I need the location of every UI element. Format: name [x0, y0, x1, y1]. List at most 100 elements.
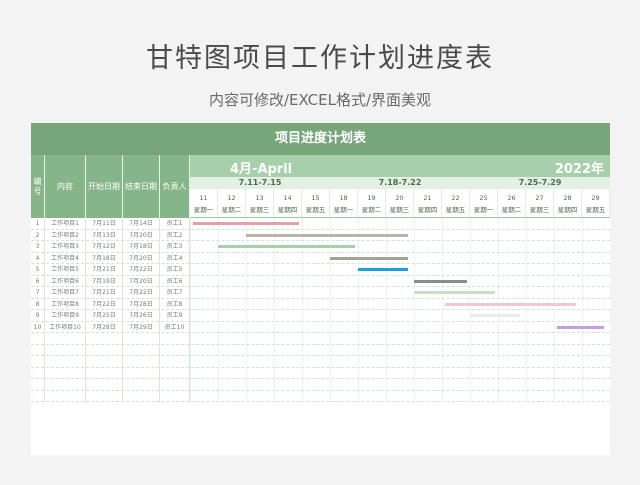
day-weekday: 星期二: [361, 206, 382, 214]
row-start-date: 7月22日: [86, 298, 123, 310]
row-owner: 员工8: [160, 298, 190, 310]
day-weekday: 星期五: [585, 206, 606, 214]
day-header: 18 星期一: [330, 189, 358, 217]
row-item: 工作项目7: [45, 287, 86, 299]
column-header-start: 开始日期: [86, 155, 123, 218]
row-end-date: 7月20日: [123, 229, 160, 241]
day-weekday: 星期一: [473, 206, 494, 214]
row-start-date: [86, 379, 123, 391]
row-id: 7: [31, 287, 45, 299]
day-gridline: [554, 218, 556, 402]
row-end-date: 7月26日: [123, 310, 160, 322]
day-weekday: 星期一: [333, 206, 354, 214]
row-owner: 员工10: [160, 321, 190, 333]
row-end-date: 7月18日: [123, 241, 160, 253]
day-number: 19: [367, 194, 376, 202]
day-header: 13 星期三: [246, 189, 274, 217]
row-id: 5: [31, 264, 45, 276]
row-owner: 员工9: [160, 310, 190, 322]
row-item: [45, 379, 86, 391]
row-start-date: [86, 344, 123, 356]
gantt-bar: [218, 245, 356, 248]
day-gridline: [498, 218, 500, 402]
row-start-date: 7月19日: [86, 275, 123, 287]
row-id: 2: [31, 229, 45, 241]
week-label: 7.18-7.22: [378, 178, 422, 187]
row-item: 工作项目4: [45, 252, 86, 264]
gantt-bar: [444, 302, 577, 306]
row-item: [45, 356, 86, 368]
row-end-date: [123, 390, 160, 402]
row-id: [31, 356, 45, 368]
day-weekday: 星期五: [445, 206, 466, 214]
row-id: [31, 379, 45, 391]
row-start-date: 7月13日: [86, 229, 123, 241]
day-header: 28 星期四: [554, 189, 582, 217]
day-header: 20 星期三: [386, 189, 414, 217]
day-number: 28: [563, 194, 572, 202]
day-weekday: 星期二: [221, 206, 242, 214]
table-row: [31, 367, 610, 379]
day-weekday: 星期三: [529, 206, 550, 214]
day-number: 13: [255, 194, 264, 202]
table-row: [31, 333, 610, 345]
column-header-id: 编号: [31, 155, 45, 218]
day-row: 11 星期一 12 星期二 13 星期三 14 星期四 15 星期五 18 星期一 19 星期二 20 星期三…: [190, 189, 610, 218]
row-item: [45, 333, 86, 345]
row-owner: 员工4: [160, 252, 190, 264]
row-end-date: [123, 344, 160, 356]
day-header: 15 星期五: [302, 189, 330, 217]
day-number: 29: [591, 194, 600, 202]
day-gridline: [582, 218, 584, 402]
row-end-date: [123, 379, 160, 391]
year-label: 2022年: [554, 162, 604, 177]
table-row: 10 工作项目10 7月28日 7月29日 员工10: [31, 321, 610, 333]
day-gridline: [386, 218, 388, 402]
row-item: [45, 344, 86, 356]
day-number: 15: [311, 194, 320, 202]
day-number: 12: [227, 194, 236, 202]
row-start-date: 7月25日: [86, 310, 123, 322]
row-owner: 员工5: [160, 264, 190, 276]
row-owner: 员工3: [160, 241, 190, 253]
day-header: 25 星期一: [470, 189, 498, 217]
row-end-date: 7月28日: [123, 298, 160, 310]
day-gridline: [190, 218, 192, 402]
row-id: [31, 390, 45, 402]
table-row: [31, 390, 610, 402]
row-item: 工作项目10: [45, 321, 86, 333]
row-item: 工作项目8: [45, 298, 86, 310]
row-item: 工作项目1: [45, 218, 86, 230]
row-start-date: 7月11日: [86, 218, 123, 230]
table-row: [31, 356, 610, 368]
day-number: 14: [283, 194, 292, 202]
day-gridline: [414, 218, 416, 402]
gantt-grid: 1 工作项目1 7月11日 7月14日 员工1 2 工作项目2 7月13日 7月20日 员工2 3 工…: [31, 218, 610, 402]
day-weekday: 星期一: [193, 206, 214, 214]
day-weekday: 星期三: [249, 206, 270, 214]
day-number: 11: [199, 194, 208, 202]
column-header-content: 内容: [45, 155, 86, 218]
row-end-date: 7月29日: [123, 321, 160, 333]
row-start-date: 7月21日: [86, 264, 123, 276]
row-end-date: [123, 333, 160, 345]
table-row: [31, 379, 610, 391]
day-header: 26 星期二: [498, 189, 526, 217]
row-end-date: 7月22日: [123, 287, 160, 299]
row-owner: [160, 379, 190, 391]
row-start-date: 7月28日: [86, 321, 123, 333]
day-header: 22 星期五: [442, 189, 470, 217]
day-gridline: [526, 218, 528, 402]
row-owner: [160, 356, 190, 368]
row-start-date: 7月12日: [86, 241, 123, 253]
gantt-bar: [330, 256, 409, 260]
row-item: 工作项目2: [45, 229, 86, 241]
row-id: [31, 333, 45, 345]
row-end-date: [123, 356, 160, 368]
row-id: 6: [31, 275, 45, 287]
row-end-date: 7月20日: [123, 275, 160, 287]
day-number: 22: [451, 194, 460, 202]
row-end-date: [123, 367, 160, 379]
day-weekday: 星期四: [417, 206, 438, 214]
row-owner: 员工1: [160, 218, 190, 230]
